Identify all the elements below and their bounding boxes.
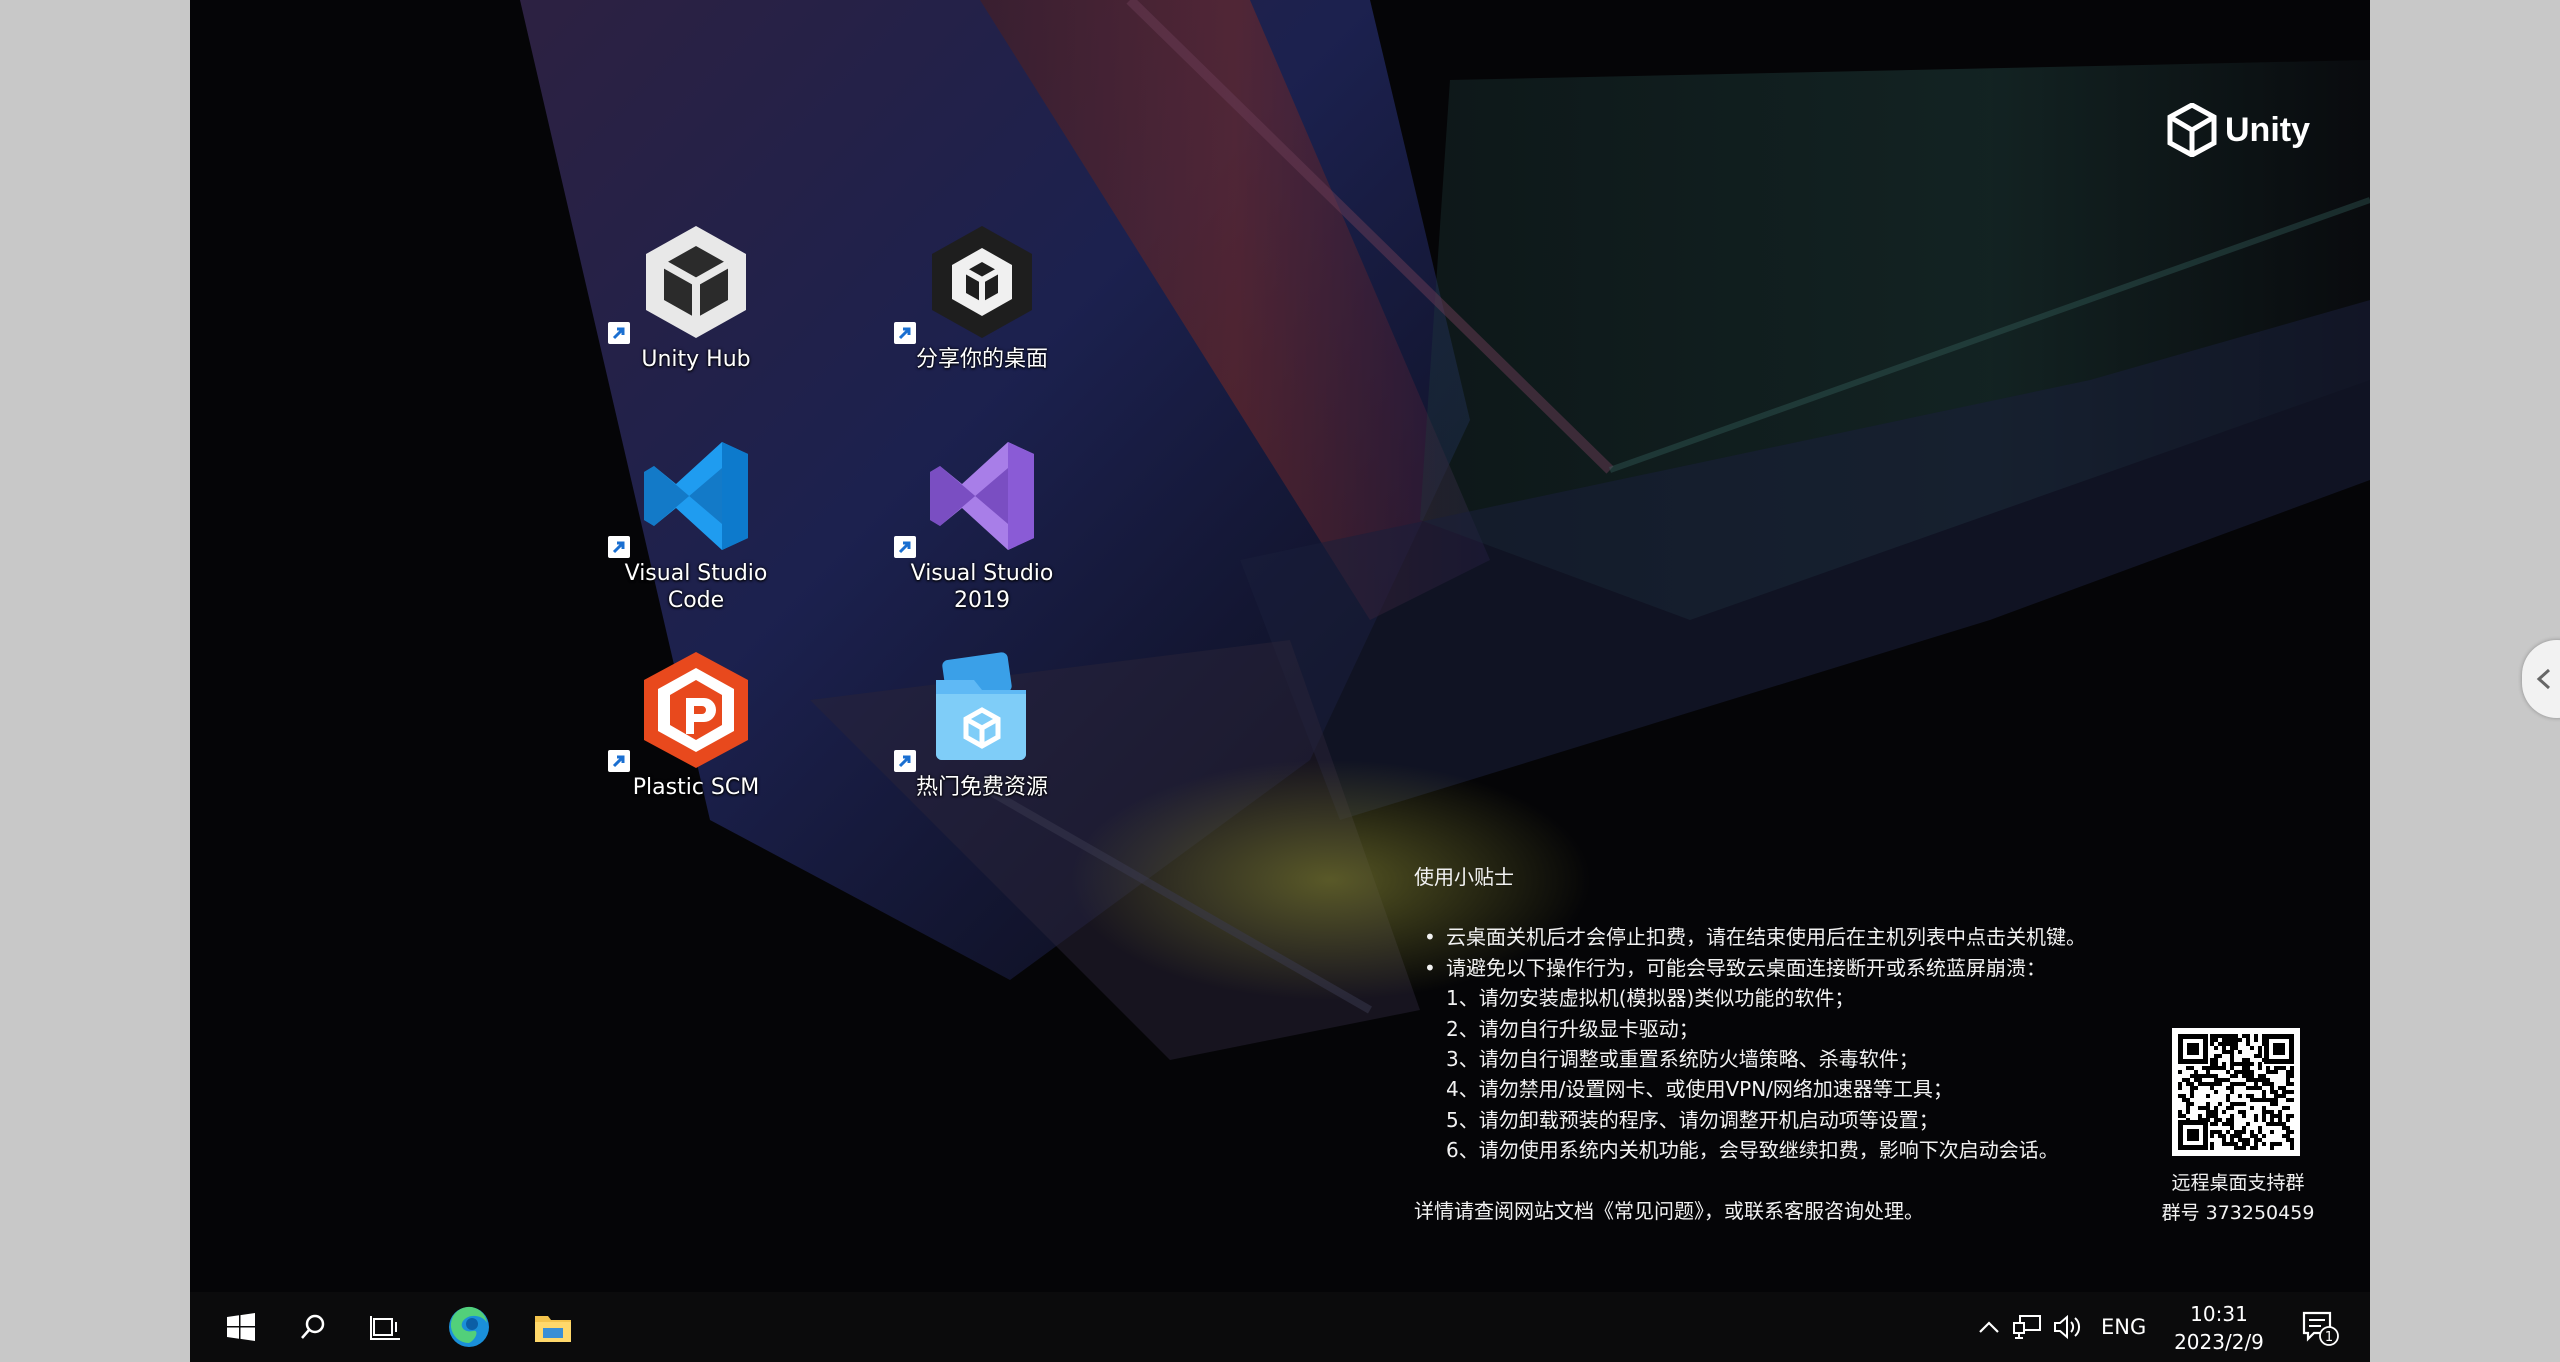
icon-label: Visual Studio 2019 [910,561,1054,613]
free-assets-folder-icon [922,650,1042,770]
shortcut-arrow-icon [894,536,916,558]
tips-bullet: 请避免以下操作行为，可能会导致云桌面连接断开或系统蓝屏崩溃： [1414,953,2134,984]
network-icon[interactable] [2010,1292,2044,1362]
icon-label: Visual Studio Code [624,561,768,613]
tips-item: 5、请勿卸载预装的程序、请勿调整开机启动项等设置； [1446,1107,1939,1132]
shortcut-arrow-icon [608,536,630,558]
support-group-title: 远程桌面支持群 [2171,1172,2305,1194]
notification-count: 1 [2325,1330,2333,1345]
plastic-scm-icon [636,650,756,770]
remote-desktop[interactable]: Unity Unity Hub 分享你的桌面 Visual Studio Cod… [190,0,2370,1362]
visual-studio-icon [922,436,1042,556]
start-windows-icon[interactable] [210,1292,272,1362]
tips-bullet: 云桌面关机后才会停止扣费，请在结束使用后在主机列表中点击关机键。 [1414,922,2134,953]
search-icon[interactable] [282,1292,344,1362]
tips-item: 2、请勿自行升级显卡驱动； [1446,1016,1699,1041]
shortcut-arrow-icon [608,750,630,772]
icon-label: Unity Hub [641,347,751,372]
chevron-up-icon[interactable] [1974,1292,2004,1362]
file-explorer-icon[interactable] [520,1292,586,1362]
clock-time: 10:31 [2190,1302,2248,1326]
task-view-icon[interactable] [354,1292,416,1362]
vscode-icon [636,436,756,556]
viewer-left-margin [0,0,190,1362]
shortcut-arrow-icon [608,322,630,344]
tips-title: 使用小贴士 [1414,865,1514,889]
unity-logo-text: Unity [2225,110,2310,149]
tips-item: 1、请勿安装虚拟机(模拟器)类似功能的软件； [1446,986,1855,1011]
edge-browser-icon[interactable] [434,1292,504,1362]
unity-cube-icon [2167,103,2217,157]
tips-item: 3、请勿自行调整或重置系统防火墙策略、杀毒软件； [1446,1047,1919,1072]
taskbar: ENG 10:31 2023/2/9 1 [190,1292,2370,1362]
shortcut-arrow-icon [894,322,916,344]
input-language-indicator[interactable]: ENG [2101,1292,2146,1362]
support-group-qr-code [2172,1028,2300,1156]
shortcut-arrow-icon [894,750,916,772]
icon-label: Plastic SCM [632,775,760,800]
tips-item: 4、请勿禁用/设置网卡、或使用VPN/网络加速器等工具； [1446,1077,1953,1102]
clock-date: 2023/2/9 [2174,1330,2264,1354]
usage-tips: 使用小贴士 云桌面关机后才会停止扣费，请在结束使用后在主机列表中点击关机键。 请… [1414,862,2134,1226]
system-clock[interactable]: 10:31 2023/2/9 [2164,1300,2274,1356]
unity-hub-icon [636,222,756,342]
volume-icon[interactable] [2050,1292,2084,1362]
unity-brand-logo: Unity [2167,101,2310,159]
unity-share-icon [922,222,1042,342]
tips-footer: 详情请查阅网站文档《常见问题》，或联系客服咨询处理。 [1414,1198,1924,1223]
support-group-info: 远程桌面支持群 群号 373250459 [2150,1168,2326,1228]
chevron-left-icon [2536,668,2551,690]
icon-label: 分享你的桌面 [915,347,1048,372]
notification-center-icon[interactable]: 1 [2290,1292,2350,1362]
icon-label: 热门免费资源 [915,775,1048,800]
support-group-number: 群号 373250459 [2161,1202,2315,1224]
tips-item: 6、请勿使用系统内关机功能，会导致继续扣费，影响下次启动会话。 [1446,1138,2059,1163]
